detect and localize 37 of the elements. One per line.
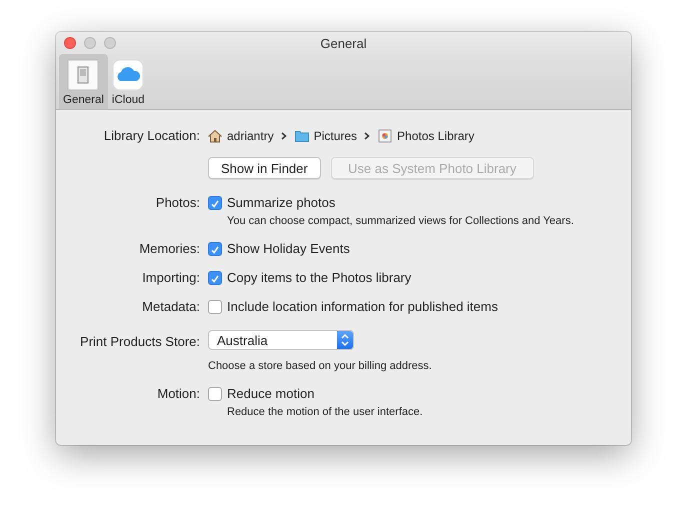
window-title: General: [320, 36, 367, 50]
cloud-icon: [112, 59, 144, 91]
hint-text: Choose a store based on your billing address.: [208, 359, 432, 373]
checkbox-label[interactable]: Include location information for published items: [227, 299, 498, 315]
field-label: Motion:: [156, 386, 201, 402]
stepper-arrows-icon: [340, 333, 350, 347]
field-label: Importing:: [141, 270, 201, 286]
field-label: Metadata:: [141, 299, 201, 315]
hint-text: Reduce the motion of the user interface.: [226, 405, 423, 419]
checkbox-label[interactable]: Summarize photos: [227, 195, 336, 211]
checkbox-label[interactable]: Show Holiday Events: [227, 241, 350, 257]
chevron-icon: [280, 132, 287, 140]
switch-icon: [67, 59, 100, 91]
checkbox-label[interactable]: Reduce motion: [227, 386, 314, 402]
path-item[interactable]: adriantry: [227, 128, 274, 144]
toolbar-tab[interactable]: General: [59, 54, 108, 109]
field-label: Library Location:: [102, 128, 201, 144]
checkbox-label[interactable]: Copy items to the Photos library: [227, 270, 412, 286]
field-label: Print Products Store:: [79, 333, 201, 351]
path-item[interactable]: Photos Library: [397, 128, 474, 144]
field-label: Photos:: [154, 195, 201, 211]
checkbox[interactable]: [208, 196, 222, 210]
checkbox[interactable]: [208, 242, 222, 256]
toolbar-tab[interactable]: iCloud: [108, 54, 149, 109]
folder-icon: [294, 130, 309, 142]
path-item[interactable]: Pictures: [314, 128, 358, 144]
library-icon: [378, 129, 392, 143]
close-button[interactable]: [64, 37, 76, 49]
house-icon: [208, 129, 222, 143]
checkbox[interactable]: [208, 387, 222, 401]
push-button[interactable]: Show in Finder: [208, 157, 321, 179]
store-dropdown[interactable]: Australia: [208, 330, 354, 350]
chevron-icon: [364, 132, 370, 140]
field-label: Memories:: [138, 241, 201, 257]
hint-text: You can choose compact, summarized views for Collections and Years.: [226, 214, 574, 228]
checkbox[interactable]: [208, 300, 222, 314]
checkbox[interactable]: [208, 271, 222, 285]
